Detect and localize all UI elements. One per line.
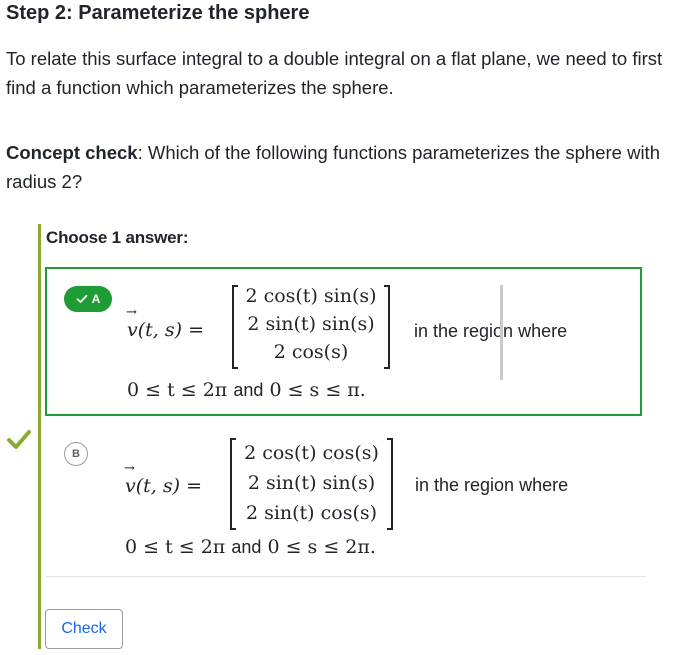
answer-rail [38,224,41,649]
divider [46,576,646,577]
choice-a-constraint-left: 0 ≤ t ≤ 2π [127,379,228,401]
choice-b-row-1: 2 cos(t) cos(s) [244,442,379,464]
checkmark-icon [7,430,31,449]
concept-check-label: Concept check [6,142,138,163]
choose-label: Choose 1 answer: [46,228,189,247]
intro-text: To relate this surface integral to a dou… [6,48,663,98]
step-title: Step 2: Parameterize the sphere [6,2,310,24]
choice-b-constraint-and: and [231,537,262,557]
concept-check: Concept check: Which of the following fu… [6,138,686,196]
choice-b-constraint: 0 ≤ t ≤ 2π and 0 ≤ s ≤ 2π. [125,536,376,558]
choice-b-constraint-right: 0 ≤ s ≤ 2π. [267,536,376,558]
text-cursor [500,285,503,380]
choice-a-region-text: in the region where [414,321,568,341]
choice-b-row-3: 2 sin(t) cos(s) [245,502,378,524]
choice-b-letter: B [64,442,88,466]
choice-a-row-3: 2 cos(s) [273,341,349,363]
choice-a-matrix: 2 cos(t) sin(s) 2 sin(t) sin(s) 2 cos(s) [232,285,390,369]
choice-a-constraint: 0 ≤ t ≤ 2π and 0 ≤ s ≤ π. [127,379,366,401]
choice-a-selected-badge: A [64,286,112,312]
choice-a-constraint-and: and [233,380,264,400]
choice-a-row-2: 2 sin(t) sin(s) [247,313,375,335]
choice-b-matrix: 2 cos(t) cos(s) 2 sin(t) sin(s) 2 sin(t)… [230,438,393,530]
choice-a-lhs: v(t, s) = [126,305,204,341]
choice-b-row-2: 2 sin(t) sin(s) [247,472,376,494]
choice-a-row-1: 2 cos(t) sin(s) [245,285,377,307]
choice-b[interactable]: B v(t, s) = 2 cos(t) cos(s) 2 sin(t) sin… [45,432,645,572]
choice-a[interactable]: A v(t, s) = 2 cos(t) sin(s) 2 sin(t) sin… [45,267,642,416]
choice-a-letter: A [91,292,101,306]
choice-b-lhs: v(t, s) = [124,461,202,497]
check-icon [76,294,88,303]
choice-b-constraint-left: 0 ≤ t ≤ 2π [125,536,226,558]
choice-a-constraint-right: 0 ≤ s ≤ π. [269,379,366,401]
check-button[interactable]: Check [45,609,123,649]
choice-b-region-text: in the region where [415,475,569,495]
